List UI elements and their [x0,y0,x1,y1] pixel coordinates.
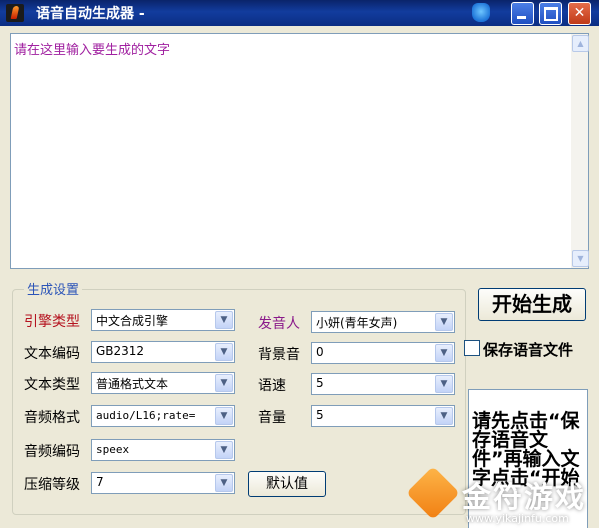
audio-encoding-value: speex [96,443,130,456]
audio-format-value: audio/L16;rate= [96,409,196,422]
text-type-select[interactable]: 普通格式文本 ▼ [91,372,235,394]
scroll-up-icon[interactable]: ▲ [572,35,589,52]
scroll-down-icon[interactable]: ▼ [572,250,589,267]
text-type-label: 文本类型 [24,377,80,393]
watermark-brand: 金符游戏 [462,480,587,514]
speaker-select[interactable]: 小妍(青年女声) ▼ [311,311,455,333]
maximize-button[interactable] [539,2,562,25]
close-icon: ✕ [573,5,586,21]
default-values-button[interactable]: 默认值 [248,471,326,497]
chevron-down-icon[interactable]: ▼ [215,474,233,492]
maximize-icon [544,7,558,21]
speaker-value: 小妍(青年女声) [316,316,398,330]
settings-group-title: 生成设置 [24,279,83,298]
text-type-value: 普通格式文本 [96,377,169,391]
watermark-url: www.yikajinfu.com [466,512,569,525]
engine-type-select[interactable]: 中文合成引擎 ▼ [91,309,235,331]
background-sound-value: 0 [316,345,324,359]
compression-level-value: 7 [96,475,104,489]
speech-rate-label: 语速 [258,378,286,394]
vertical-scrollbar[interactable]: ▲ ▼ [571,34,589,268]
engine-type-value: 中文合成引擎 [96,314,169,328]
chevron-down-icon[interactable]: ▼ [215,343,233,361]
chevron-down-icon[interactable]: ▼ [215,407,233,425]
background-sound-label: 背景音 [258,347,300,363]
speaker-label: 发音人 [258,316,300,332]
brand-logo-icon [406,466,460,520]
app-icon [6,4,24,22]
shield-icon[interactable] [472,3,490,22]
text-encoding-label: 文本编码 [24,346,80,362]
text-input-area[interactable]: 请在这里输入要生成的文字 ▲ ▼ [10,33,589,269]
chevron-down-icon[interactable]: ▼ [215,441,233,459]
text-encoding-select[interactable]: GB2312 ▼ [91,341,235,363]
text-encoding-value: GB2312 [96,344,145,358]
chevron-down-icon[interactable]: ▼ [435,344,453,362]
window-title: 语音自动生成器 - [36,6,145,22]
volume-select[interactable]: 5 ▼ [311,405,455,427]
speech-rate-select[interactable]: 5 ▼ [311,373,455,395]
chevron-down-icon[interactable]: ▼ [435,313,453,331]
audio-format-label: 音频格式 [24,410,80,426]
app-window: 语音自动生成器 - ✕ 请在这里输入要生成的文字 ▲ ▼ 生成设置 引擎类型 中… [0,0,599,528]
minimize-button[interactable] [511,2,534,25]
audio-encoding-select[interactable]: speex ▼ [91,439,235,461]
minimize-icon [517,16,526,19]
background-sound-select[interactable]: 0 ▼ [311,342,455,364]
audio-encoding-label: 音频编码 [24,444,80,460]
volume-label: 音量 [258,410,286,426]
chevron-down-icon[interactable]: ▼ [215,311,233,329]
engine-type-label: 引擎类型 [24,314,80,330]
save-audio-checkbox-label[interactable]: 保存语音文件 [483,339,573,360]
title-bar[interactable]: 语音自动生成器 - ✕ [0,0,599,26]
watermark: 金符游戏 www.yikajinfu.com [400,466,599,528]
chevron-down-icon[interactable]: ▼ [215,374,233,392]
chevron-down-icon[interactable]: ▼ [435,375,453,393]
audio-format-select[interactable]: audio/L16;rate= ▼ [91,405,235,427]
volume-value: 5 [316,408,324,422]
start-generate-button[interactable]: 开始生成 [478,288,586,321]
compression-level-select[interactable]: 7 ▼ [91,472,235,494]
speech-rate-value: 5 [316,376,324,390]
text-input-placeholder: 请在这里输入要生成的文字 [14,43,171,58]
save-audio-checkbox[interactable] [464,340,480,356]
chevron-down-icon[interactable]: ▼ [435,407,453,425]
close-button[interactable]: ✕ [568,2,591,25]
compression-level-label: 压缩等级 [24,477,80,493]
